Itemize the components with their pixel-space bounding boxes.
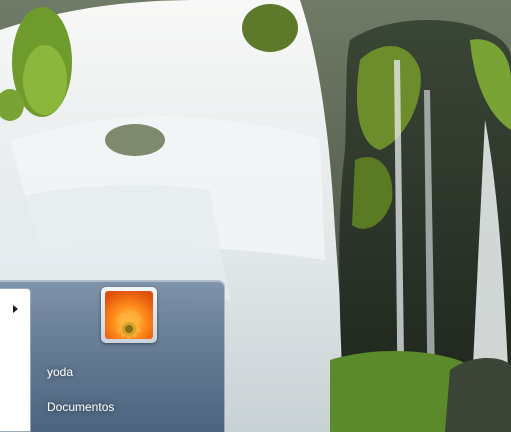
programs-pane[interactable] xyxy=(0,288,31,432)
triangle-right-icon[interactable] xyxy=(13,305,18,313)
start-item-documents-label: Documentos xyxy=(47,400,115,414)
user-picture[interactable] xyxy=(101,287,157,343)
start-item-user[interactable]: yoda xyxy=(35,360,215,384)
start-item-user-label: yoda xyxy=(47,365,74,379)
orange-flower-icon xyxy=(105,291,153,339)
start-item-documents[interactable]: Documentos xyxy=(35,395,215,419)
start-menu: yoda Documentos xyxy=(0,280,225,432)
desktop: yoda Documentos xyxy=(0,0,511,432)
